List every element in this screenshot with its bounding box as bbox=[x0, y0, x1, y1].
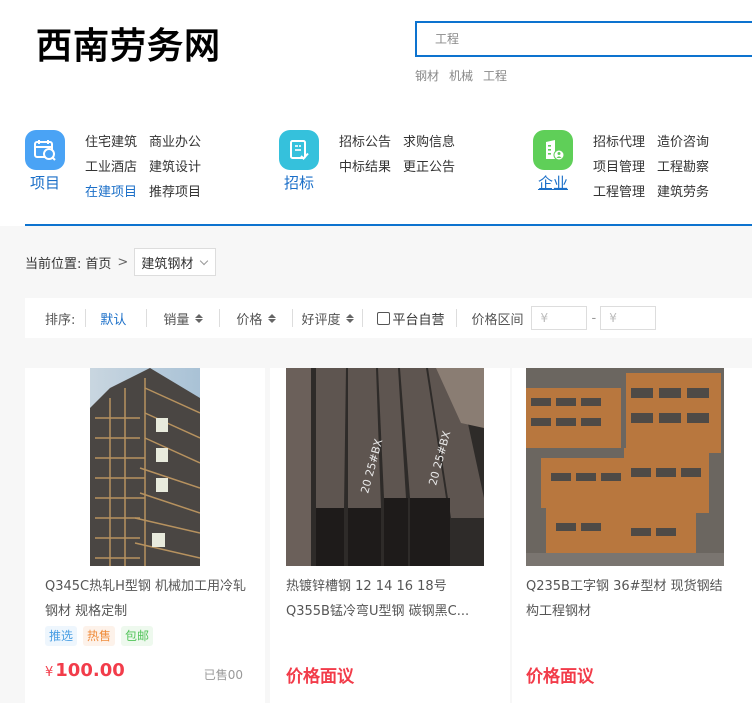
sort-arrows-icon bbox=[346, 313, 355, 323]
nav-links-enterprise: 招标代理 造价咨询 项目管理 工程勘察 工程管理 建筑劳务 bbox=[593, 134, 709, 202]
price-range-separator: - bbox=[591, 310, 597, 326]
breadcrumb-label: 当前位置: bbox=[25, 256, 82, 272]
nav-link-active[interactable]: 在建项目 bbox=[85, 184, 137, 202]
sort-price[interactable]: 价格 bbox=[220, 309, 292, 328]
nav-link[interactable]: 工业酒店 bbox=[85, 159, 137, 177]
self-operated-checkbox[interactable]: 平台自营 bbox=[363, 309, 456, 328]
sort-arrows-icon bbox=[268, 313, 277, 323]
product-title[interactable]: Q235B工字钢 36#型材 现货钢结构工程钢材 bbox=[526, 574, 731, 624]
nav-link[interactable]: 中标结果 bbox=[339, 159, 391, 177]
nav-link[interactable]: 商业办公 bbox=[149, 134, 201, 152]
site-logo[interactable]: 西南劳务网 bbox=[36, 22, 221, 70]
breadcrumb-home-link[interactable]: 首页 bbox=[85, 253, 111, 272]
sort-arrows-icon bbox=[195, 313, 204, 323]
breadcrumb: 当前位置: 首页 > 建筑钢材 bbox=[25, 248, 217, 276]
nav-link[interactable]: 招标代理 bbox=[593, 134, 645, 152]
nav-link[interactable]: 求购信息 bbox=[403, 134, 455, 152]
checkbox-icon[interactable] bbox=[377, 311, 391, 325]
product-image[interactable] bbox=[526, 368, 724, 566]
sort-label: 排序: bbox=[45, 312, 76, 328]
product-price: ¥ 100.00 bbox=[45, 660, 125, 681]
nav-link[interactable]: 住宅建筑 bbox=[85, 134, 137, 152]
nav-links-project: 住宅建筑 商业办公 工业酒店 建筑设计 在建项目 推荐项目 bbox=[85, 134, 201, 202]
price-range-label: 价格区间 bbox=[471, 312, 524, 328]
self-operated-label: 平台自营 bbox=[392, 312, 445, 328]
sort-sales[interactable]: 销量 bbox=[147, 309, 219, 328]
price-negotiable: 价格面议 bbox=[286, 667, 354, 687]
nav-link[interactable]: 工程勘察 bbox=[657, 159, 709, 177]
hot-word-link[interactable]: 钢材 bbox=[415, 67, 439, 84]
tag-recommended: 推选 bbox=[45, 626, 78, 646]
price-min-input[interactable] bbox=[531, 306, 588, 330]
product-card[interactable]: Q235B工字钢 36#型材 现货钢结构工程钢材 价格面议 bbox=[512, 368, 752, 703]
document-check-icon[interactable] bbox=[279, 130, 319, 170]
building-user-icon[interactable] bbox=[533, 130, 573, 170]
sort-default[interactable]: 默认 bbox=[86, 309, 146, 328]
sort-rating-label: 好评度 bbox=[301, 312, 341, 328]
price-max-input[interactable] bbox=[600, 306, 657, 330]
nav-title-tender[interactable]: 招标 bbox=[275, 172, 323, 193]
product-card[interactable]: 20 25#BX 20 25#BX 热镀锌槽钢 12 14 16 18号 Q35… bbox=[270, 368, 510, 703]
category-dropdown[interactable]: 建筑钢材 bbox=[134, 248, 217, 276]
search-input[interactable] bbox=[435, 23, 752, 55]
site-header: 西南劳务网 钢材 机械 工程 项目 住宅建筑 商业办公 工业酒店 建筑设计 在建… bbox=[0, 0, 752, 226]
hot-word-link[interactable]: 机械 bbox=[449, 67, 473, 84]
product-title[interactable]: Q345C热轧H型钢 机械加工用冷轧钢材 规格定制 bbox=[45, 574, 250, 624]
nav-link[interactable]: 项目管理 bbox=[593, 159, 645, 177]
chevron-down-icon bbox=[200, 256, 209, 265]
sort-price-label: 价格 bbox=[236, 312, 263, 328]
nav-link[interactable]: 更正公告 bbox=[403, 159, 455, 177]
nav-link[interactable]: 建筑劳务 bbox=[657, 184, 709, 202]
search-box bbox=[415, 21, 752, 57]
nav-link[interactable]: 造价咨询 bbox=[657, 134, 709, 152]
category-dropdown-value: 建筑钢材 bbox=[141, 256, 194, 272]
currency-symbol: ¥ bbox=[45, 665, 54, 680]
sold-count: 已售00 bbox=[203, 668, 243, 682]
product-image[interactable] bbox=[90, 368, 200, 566]
nav-link[interactable]: 建筑设计 bbox=[149, 159, 201, 177]
nav-link[interactable]: 推荐项目 bbox=[149, 184, 201, 202]
nav-link[interactable]: 招标公告 bbox=[339, 134, 391, 152]
sort-bar: 排序: 默认 销量 价格 好评度 平台自营 价格区间 - bbox=[25, 298, 752, 338]
hot-word-link[interactable]: 工程 bbox=[483, 67, 507, 84]
breadcrumb-separator: > bbox=[117, 254, 129, 270]
tag-free-shipping: 包邮 bbox=[121, 626, 154, 646]
product-tags: 推选 热售 包邮 bbox=[45, 626, 154, 646]
tag-hot-sale: 热售 bbox=[83, 626, 116, 646]
nav-title-project[interactable]: 项目 bbox=[21, 172, 69, 193]
product-image[interactable]: 20 25#BX 20 25#BX bbox=[286, 368, 484, 566]
product-card[interactable]: Q345C热轧H型钢 机械加工用冷轧钢材 规格定制 推选 热售 包邮 ¥ 100… bbox=[25, 368, 265, 703]
price-negotiable: 价格面议 bbox=[526, 667, 594, 687]
header-divider bbox=[25, 224, 752, 226]
sort-rating[interactable]: 好评度 bbox=[293, 309, 362, 328]
nav-links-tender: 招标公告 求购信息 中标结果 更正公告 bbox=[339, 134, 455, 177]
nav-title-enterprise[interactable]: 企业 bbox=[529, 172, 577, 193]
price-value: 100.00 bbox=[55, 660, 125, 681]
hot-search-words: 钢材 机械 工程 bbox=[415, 67, 507, 84]
nav-link[interactable]: 工程管理 bbox=[593, 184, 645, 202]
sort-sales-label: 销量 bbox=[163, 312, 190, 328]
product-title[interactable]: 热镀锌槽钢 12 14 16 18号 Q355B锰冷弯U型钢 碳钢黑C... bbox=[286, 574, 491, 624]
calendar-search-icon[interactable] bbox=[25, 130, 65, 170]
